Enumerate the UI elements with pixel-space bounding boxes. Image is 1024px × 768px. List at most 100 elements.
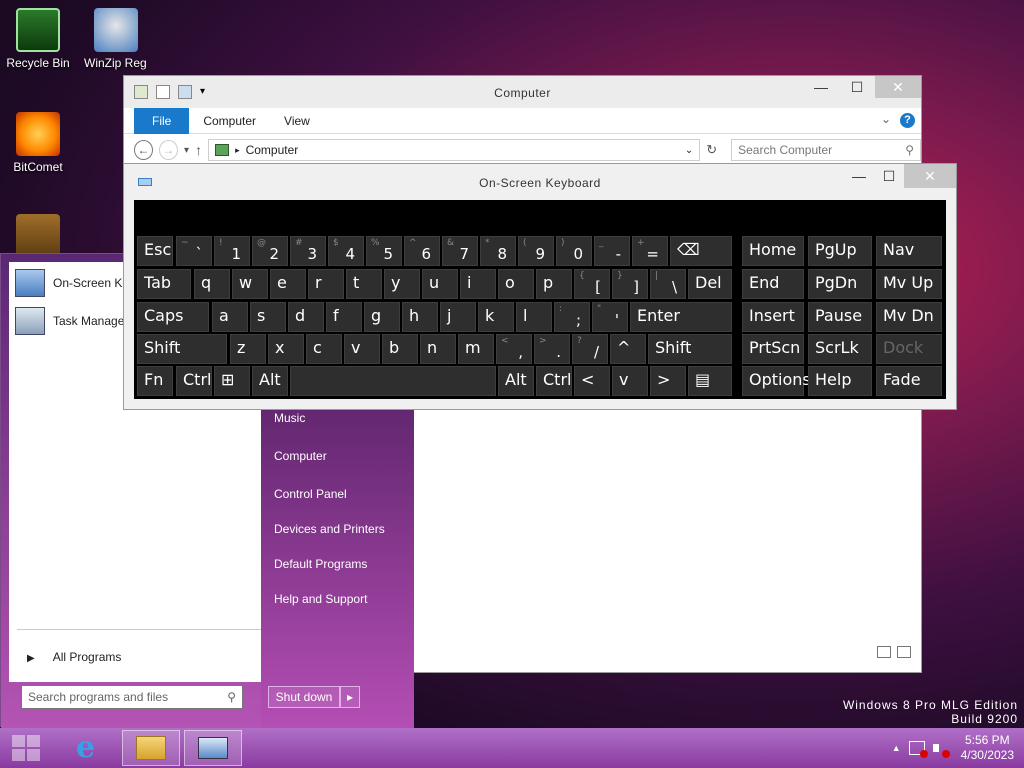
key-fade[interactable]: Fade (876, 366, 942, 396)
key-backtick[interactable]: ~ ` (176, 236, 212, 266)
key-caps[interactable]: Caps (137, 302, 209, 332)
tab-computer[interactable]: Computer (189, 108, 270, 134)
show-hidden-icons-button[interactable]: ▲ (884, 743, 909, 753)
desktop-icon-bitcomet[interactable]: BitComet (0, 112, 76, 174)
key-c[interactable]: c (306, 334, 342, 364)
key-left[interactable]: < (574, 366, 610, 396)
key-equals[interactable]: + = (632, 236, 668, 266)
key-e[interactable]: e (270, 269, 306, 299)
key-z[interactable]: z (230, 334, 266, 364)
key-r[interactable]: r (308, 269, 344, 299)
key-pgdn[interactable]: PgDn (808, 269, 872, 299)
key-l[interactable]: l (516, 302, 552, 332)
address-dropdown-icon[interactable]: ⌄ (685, 145, 693, 156)
close-button[interactable]: ✕ (904, 164, 956, 188)
key-down[interactable]: v (612, 366, 648, 396)
key-m[interactable]: m (458, 334, 494, 364)
key-5[interactable]: % 5 (366, 236, 402, 266)
start-link-music[interactable]: Music (274, 411, 305, 425)
osk-titlebar[interactable]: On-Screen Keyboard — ☐ ✕ (124, 164, 956, 200)
key-dock[interactable]: Dock (876, 334, 942, 364)
key-0[interactable]: ) 0 (556, 236, 592, 266)
key-backslash[interactable]: | \ (650, 269, 686, 299)
start-link-help-support[interactable]: Help and Support (274, 592, 367, 606)
key-g[interactable]: g (364, 302, 400, 332)
key-fn[interactable]: Fn (137, 366, 173, 396)
key-x[interactable]: x (268, 334, 304, 364)
key-3[interactable]: #3 (290, 236, 326, 266)
key-h[interactable]: h (402, 302, 438, 332)
key-mv-dn[interactable]: Mv Dn (876, 302, 942, 332)
key-options[interactable]: Options (742, 366, 811, 396)
all-programs-button[interactable]: ▶ All Programs (27, 650, 121, 664)
key-b[interactable]: b (382, 334, 418, 364)
key-w[interactable]: w (232, 269, 268, 299)
start-search-input[interactable]: Search programs and files ⚲ (21, 685, 243, 709)
key-backspace[interactable]: ⌫ (670, 236, 732, 266)
key-4[interactable]: $4 (328, 236, 364, 266)
minimize-button[interactable]: — (844, 164, 874, 188)
key-o[interactable]: o (498, 269, 534, 299)
key-help[interactable]: Help (808, 366, 872, 396)
explorer-titlebar[interactable]: ▾ Computer — ☐ ✕ (124, 76, 921, 108)
key-insert[interactable]: Insert (742, 302, 804, 332)
close-button[interactable]: ✕ (875, 76, 921, 98)
minimize-button[interactable]: — (803, 76, 839, 98)
taskbar-explorer-button[interactable] (122, 730, 180, 766)
maximize-button[interactable]: ☐ (839, 76, 875, 98)
key-lctrl[interactable]: Ctrl (176, 366, 212, 396)
key-comma[interactable]: <, (496, 334, 532, 364)
up-button[interactable]: ↑ (195, 142, 202, 158)
tab-file[interactable]: File (134, 107, 190, 134)
key-y[interactable]: y (384, 269, 420, 299)
key-f[interactable]: f (326, 302, 362, 332)
volume-icon[interactable] (932, 741, 950, 758)
key-enter[interactable]: Enter (630, 302, 732, 332)
key-k[interactable]: k (478, 302, 514, 332)
key-space[interactable] (290, 366, 496, 396)
key-del[interactable]: Del (688, 269, 732, 299)
tab-view[interactable]: View (270, 108, 324, 134)
shutdown-button[interactable]: Shut down (268, 686, 340, 708)
back-button[interactable]: ← (134, 140, 154, 160)
key-p[interactable]: p (536, 269, 572, 299)
help-icon[interactable]: ? (900, 113, 915, 128)
key-d[interactable]: d (288, 302, 324, 332)
desktop-icon-winzip[interactable]: WinZip Regis (78, 8, 154, 70)
key-1[interactable]: ! 1 (214, 236, 250, 266)
key-esc[interactable]: Esc (137, 236, 173, 266)
start-link-control-panel[interactable]: Control Panel (274, 487, 347, 501)
address-bar[interactable]: ▸ Computer ⌄ (208, 139, 701, 161)
key-slash[interactable]: ? / (572, 334, 608, 364)
key-q[interactable]: q (194, 269, 230, 299)
key-quote[interactable]: " ' (592, 302, 628, 332)
key-right[interactable]: > (650, 366, 686, 396)
desktop-icon-recycle-bin[interactable]: Recycle Bin (0, 8, 76, 70)
key-prtscn[interactable]: PrtScn (742, 334, 804, 364)
key-end[interactable]: End (742, 269, 804, 299)
key-scrlk[interactable]: ScrLk (808, 334, 872, 364)
key-9[interactable]: (9 (518, 236, 554, 266)
key-n[interactable]: n (420, 334, 456, 364)
key-rshift[interactable]: Shift (648, 334, 732, 364)
key-up[interactable]: ^ (610, 334, 646, 364)
key-rctrl[interactable]: Ctrl (536, 366, 572, 396)
key-lalt[interactable]: Alt (252, 366, 288, 396)
key-pgup[interactable]: PgUp (808, 236, 872, 266)
key-lbracket[interactable]: {[ (574, 269, 610, 299)
start-button[interactable] (12, 735, 40, 761)
key-home[interactable]: Home (742, 236, 804, 266)
key-7[interactable]: & 7 (442, 236, 478, 266)
details-view-icon[interactable] (877, 646, 891, 658)
key-menu[interactable]: ▤ (688, 366, 732, 396)
key-minus[interactable]: _ - (594, 236, 630, 266)
recent-locations-icon[interactable]: ▾ (184, 145, 189, 156)
key-nav[interactable]: Nav (876, 236, 942, 266)
forward-button[interactable]: → (159, 140, 179, 160)
key-mv-up[interactable]: Mv Up (876, 269, 942, 299)
key-2[interactable]: @2 (252, 236, 288, 266)
key-t[interactable]: t (346, 269, 382, 299)
start-link-computer[interactable]: Computer (274, 449, 327, 463)
taskbar-osk-button[interactable] (184, 730, 242, 766)
internet-explorer-icon[interactable]: e (76, 733, 106, 763)
